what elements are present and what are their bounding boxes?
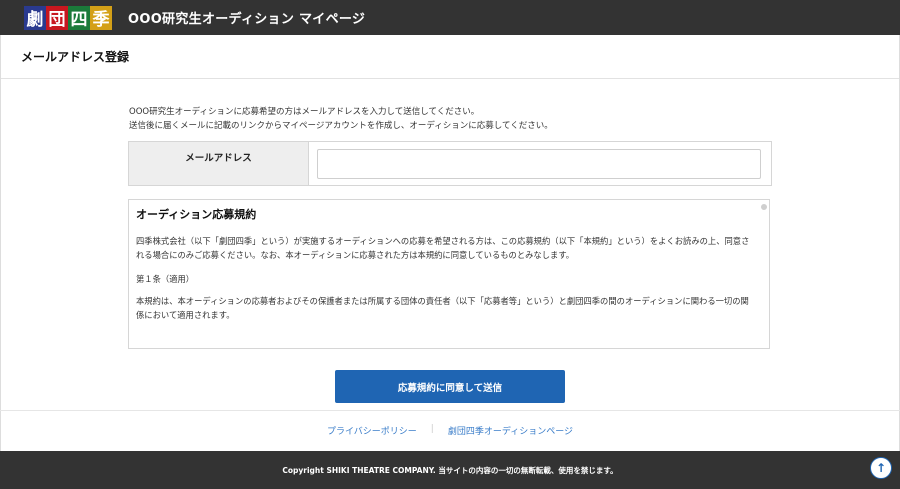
intro-line-2: 送信後に届くメールに記載のリンクからマイページアカウントを作成し、オーディション… xyxy=(129,121,553,131)
arrow-up-icon[interactable]: ↑ xyxy=(870,457,892,479)
terms-article-heading: 第１条（適用） xyxy=(136,274,195,284)
terms-title: オーディション応募規約 xyxy=(136,208,257,221)
left-border xyxy=(0,78,1,451)
logo-char-4: 季 xyxy=(90,5,112,30)
site-header: 劇 団 四 季 OOO研究生オーディション マイページ xyxy=(0,0,900,35)
footer-divider xyxy=(0,410,900,411)
terms-content: オーディション応募規約 四季株式会社（以下「劇団四季」という）が実施するオーディ… xyxy=(136,206,752,332)
copyright-text: Copyright SHIKI THEATRE COMPANY. 当サイトの内容… xyxy=(282,465,618,475)
email-form-row: メールアドレス xyxy=(128,141,772,186)
logo-char-2: 団 xyxy=(46,5,68,30)
page-heading-bar: メールアドレス登録 xyxy=(0,35,900,79)
footer-links: プライバシーポリシー | 劇団四季オーディションページ xyxy=(0,424,900,437)
logo-char-3: 四 xyxy=(68,5,90,30)
email-input-cell xyxy=(309,142,771,185)
email-input[interactable] xyxy=(317,148,761,179)
terms-box[interactable]: オーディション応募規約 四季株式会社（以下「劇団四季」という）が実施するオーディ… xyxy=(128,199,770,349)
site-footer: Copyright SHIKI THEATRE COMPANY. 当サイトの内容… xyxy=(0,451,900,489)
logo-char-1: 劇 xyxy=(24,5,46,30)
email-label: メールアドレス xyxy=(129,142,309,185)
agree-submit-button[interactable]: 応募規約に同意して送信 xyxy=(335,370,565,403)
privacy-policy-link[interactable]: プライバシーポリシー xyxy=(327,424,417,437)
footer-link-separator: | xyxy=(430,424,434,434)
page-title: メールアドレス登録 xyxy=(21,50,130,64)
terms-paragraph-1: 四季株式会社（以下「劇団四季」という）が実施するオーディションへの応募を希望され… xyxy=(136,236,750,260)
terms-scrollbar[interactable] xyxy=(759,202,767,342)
terms-scrollbar-thumb[interactable] xyxy=(761,204,767,210)
terms-paragraph-2: 本規約は、本オーディションの応募者およびその保護者または所属する団体の責任者（以… xyxy=(136,296,749,320)
intro-text: OOO研究生オーディションに応募希望の方はメールアドレスを入力して送信してくださ… xyxy=(129,105,779,133)
shiki-logo[interactable]: 劇 団 四 季 xyxy=(24,5,112,30)
site-title: OOO研究生オーディション マイページ xyxy=(128,12,366,27)
audition-page-link[interactable]: 劇団四季オーディションページ xyxy=(448,424,573,437)
intro-line-1: OOO研究生オーディションに応募希望の方はメールアドレスを入力して送信してくださ… xyxy=(129,107,480,117)
